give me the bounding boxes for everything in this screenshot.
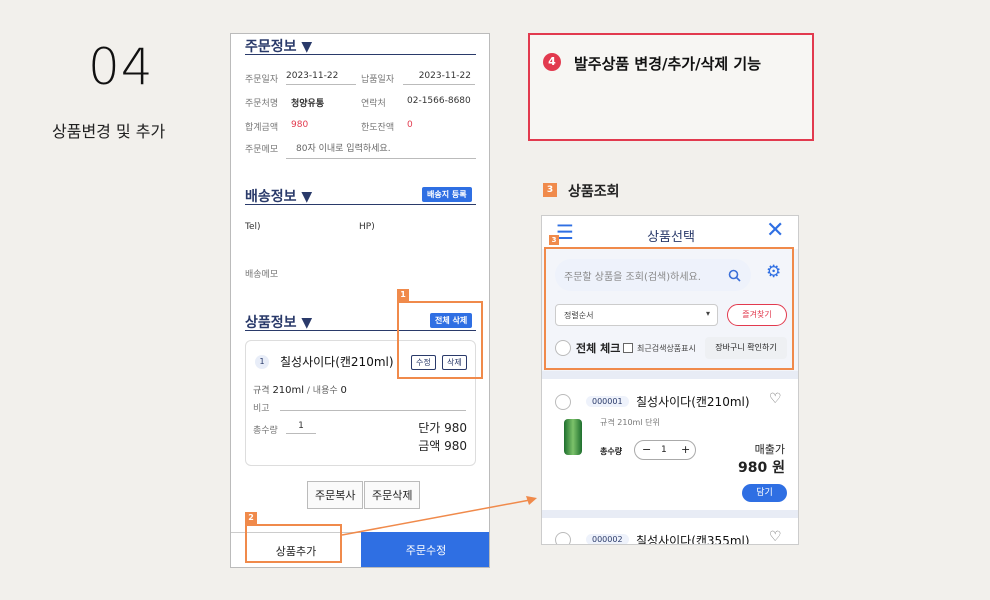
unit-value: 0	[340, 385, 347, 396]
shipping-info-title[interactable]: 배송정보 ▼	[245, 186, 312, 206]
plus-icon[interactable]: +	[681, 443, 690, 456]
delivery-date-label: 납품일자	[361, 75, 395, 85]
note-input[interactable]	[280, 401, 466, 411]
spec-line: 규격 210ml / 내용수 0	[253, 383, 347, 396]
limit-label: 한도잔액	[361, 123, 395, 133]
lookup-number: 3	[543, 183, 557, 197]
hp-label: HP)	[359, 222, 375, 232]
customer-label: 주문처명	[245, 99, 279, 109]
price-label: 매출가	[754, 443, 785, 456]
add-to-cart-button[interactable]: 담기	[742, 484, 787, 502]
qty-input[interactable]: 1	[286, 421, 316, 434]
product-name: 칠성사이다(캔210ml)	[280, 355, 394, 369]
feature-callout: 4 발주상품 변경/추가/삭제 기능	[528, 33, 814, 141]
product-spec: 규격 210ml 단위	[600, 418, 660, 427]
callout-badge-1: 1	[397, 289, 409, 301]
contact-value: 02-1566-8680	[407, 96, 471, 106]
heart-icon[interactable]: ♡	[769, 391, 782, 407]
shipping-memo-label: 배송메모	[245, 270, 279, 280]
product-checkbox[interactable]	[555, 394, 571, 410]
callout-box-1	[397, 301, 483, 379]
callout-badge-2: 2	[245, 512, 257, 524]
qty-label: 총수량	[253, 426, 278, 436]
divider	[245, 204, 476, 205]
register-address-button[interactable]: 배송지 등록	[422, 187, 472, 202]
lookup-title: 상품조회	[568, 184, 620, 200]
note-label: 비고	[253, 404, 270, 414]
delivery-date-field[interactable]: 2023-11-22	[403, 71, 475, 85]
order-date-label: 주문일자	[245, 75, 279, 85]
item-index: 1	[255, 355, 269, 369]
callout-box-2	[245, 524, 342, 563]
feature-number: 4	[543, 53, 561, 71]
customer-value: 청양유통	[291, 99, 325, 109]
quantity-stepper[interactable]: − 1 +	[634, 440, 696, 460]
divider	[542, 510, 798, 518]
header-title: 상품선택	[647, 230, 695, 245]
step-number: 04	[88, 38, 154, 96]
product-checkbox[interactable]	[555, 532, 571, 544]
qty-value: 1	[661, 445, 667, 455]
spec-label: 규격	[253, 386, 270, 396]
feature-title: 발주상품 변경/추가/삭제 기능	[574, 55, 762, 73]
product-code: 000001	[586, 396, 629, 407]
product-can-image	[564, 419, 582, 455]
unit-price: 단가 980	[418, 421, 467, 435]
product-name: 칠성사이다(캔210ml)	[636, 395, 750, 409]
minus-icon[interactable]: −	[642, 443, 651, 456]
amount: 금액 980	[418, 439, 467, 453]
spec-value: 210ml	[272, 385, 305, 396]
product-name: 칠성사이다(캔355ml)	[636, 534, 750, 545]
total-label: 합계금액	[245, 123, 279, 133]
step-title: 상품변경 및 추가	[52, 122, 166, 141]
contact-label: 연락처	[361, 99, 386, 109]
callout-badge-3: 3	[549, 235, 559, 245]
qty-label: 총수량	[600, 447, 623, 456]
divider	[245, 54, 476, 55]
heart-icon[interactable]: ♡	[769, 529, 782, 544]
total-value: 980	[291, 120, 309, 130]
order-date-field[interactable]: 2023-11-22	[286, 71, 356, 85]
arrow-connector	[341, 496, 537, 536]
product-info-title[interactable]: 상품정보 ▼	[245, 312, 312, 332]
product-code: 000002	[586, 534, 629, 544]
memo-input[interactable]: 80자 이내로 입력하세요.	[286, 141, 476, 159]
divider	[542, 371, 798, 379]
unit-sep: / 내용수	[304, 386, 338, 396]
callout-box-3	[544, 247, 794, 370]
tel-label: Tel)	[245, 222, 261, 232]
order-info-title[interactable]: 주문정보 ▼	[245, 36, 312, 56]
close-icon[interactable]: ✕	[766, 220, 784, 242]
limit-value: 0	[407, 120, 413, 130]
memo-label: 주문메모	[245, 145, 279, 155]
price-value: 980 원	[738, 460, 785, 476]
